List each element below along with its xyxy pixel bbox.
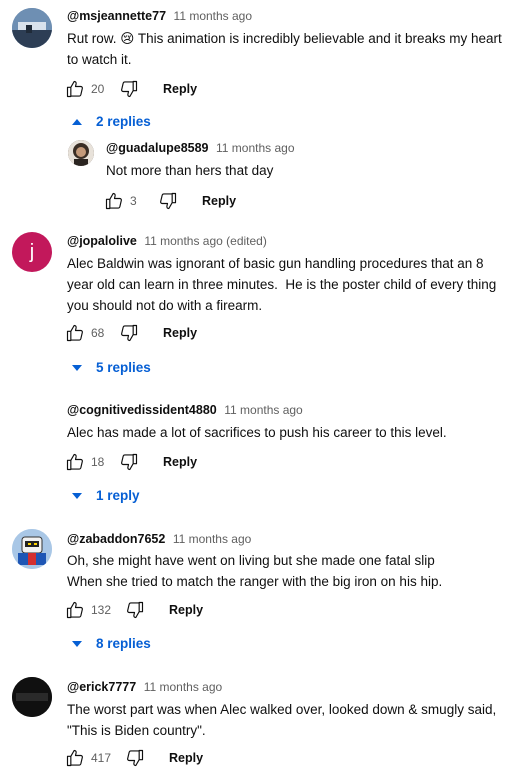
thumbs-down-icon: [119, 323, 139, 343]
comment-text-line: you should not do with a firearm.: [67, 298, 263, 313]
like-button[interactable]: [104, 191, 124, 211]
caret-down-icon: [72, 492, 82, 499]
comment-actions: 18 Reply: [65, 451, 197, 473]
comment-text: Oh, she might have went on living but sh…: [67, 550, 512, 592]
thumbs-down-icon: [119, 452, 139, 472]
dislike-button[interactable]: [119, 323, 139, 343]
reply-button[interactable]: Reply: [163, 326, 197, 340]
comment-timestamp[interactable]: 11 months ago: [173, 532, 252, 546]
caret-down-icon: [72, 364, 82, 371]
view-replies-button[interactable]: 5 replies: [72, 360, 151, 375]
like-count: 18: [91, 455, 105, 469]
avatar[interactable]: [68, 140, 94, 166]
comment-text-line: year old can learn in three minutes. He …: [67, 277, 497, 292]
like-count: 20: [91, 82, 105, 96]
avatar[interactable]: [12, 8, 52, 48]
dislike-button[interactable]: [119, 452, 139, 472]
comment-header: @msjeannette77 11 months ago: [67, 9, 252, 23]
comment-text-line: Rut row. 😢 This animation is incredibly …: [67, 31, 502, 46]
comment-text: Not more than hers that day: [106, 160, 506, 181]
view-replies-button[interactable]: 8 replies: [72, 636, 151, 651]
avatar[interactable]: [12, 677, 52, 717]
comment-header: @erick7777 11 months ago: [67, 680, 222, 694]
like-button[interactable]: [65, 79, 85, 99]
like-count: 3: [130, 194, 137, 208]
like-count: 132: [91, 603, 112, 617]
comment-actions: 417 Reply: [65, 747, 203, 769]
thumbs-up-icon: [104, 191, 124, 211]
thumbs-down-icon: [158, 191, 178, 211]
comment-actions: 132 Reply: [65, 599, 203, 621]
comment-author[interactable]: @guadalupe8589: [106, 141, 209, 155]
thumbs-up-icon: [65, 600, 85, 620]
dislike-button[interactable]: [158, 191, 178, 211]
replies-count-label: 1 reply: [96, 488, 140, 503]
thumbs-up-icon: [65, 323, 85, 343]
comment-author[interactable]: @jopalolive: [67, 234, 137, 248]
avatar[interactable]: [12, 529, 52, 569]
reply-button[interactable]: Reply: [202, 194, 236, 208]
avatar[interactable]: j: [12, 232, 52, 272]
thumbs-up-icon: [65, 452, 85, 472]
comment-timestamp[interactable]: 11 months ago: [144, 680, 223, 694]
comment-timestamp[interactable]: 11 months ago: [224, 403, 303, 417]
comment-header: @cognitivedissident4880 11 months ago: [67, 403, 303, 417]
avatar-image: [12, 8, 52, 48]
thumbs-down-icon: [125, 600, 145, 620]
comment-text-line: Alec has made a lot of sacrifices to pus…: [67, 425, 447, 440]
comment-actions: 20 Reply: [65, 78, 197, 100]
avatar-image: [12, 529, 52, 569]
comment-timestamp[interactable]: 11 months ago: [216, 141, 295, 155]
comment-text: Alec Baldwin was ignorant of basic gun h…: [67, 253, 512, 316]
thumbs-up-icon: [65, 748, 85, 768]
comment-actions: 68 Reply: [65, 322, 197, 344]
comment-text-line: to watch it.: [67, 52, 132, 67]
avatar-letter: j: [29, 240, 35, 263]
view-replies-button[interactable]: 1 reply: [72, 488, 140, 503]
comment-author[interactable]: @erick7777: [67, 680, 136, 694]
dislike-button[interactable]: [119, 79, 139, 99]
comment-text: Alec has made a lot of sacrifices to pus…: [67, 422, 512, 443]
reply-button[interactable]: Reply: [163, 82, 197, 96]
dislike-button[interactable]: [125, 748, 145, 768]
comment-header: @jopalolive 11 months ago (edited): [67, 234, 267, 248]
like-button[interactable]: [65, 600, 85, 620]
avatar-image: [12, 677, 52, 717]
comment-header: @zabaddon7652 11 months ago: [67, 532, 251, 546]
replies-count-label: 8 replies: [96, 636, 151, 651]
caret-down-icon: [72, 640, 82, 647]
comment-timestamp[interactable]: 11 months ago: [174, 9, 253, 23]
like-button[interactable]: [65, 452, 85, 472]
comment-text: The worst part was when Alec walked over…: [67, 699, 512, 741]
reply-button[interactable]: Reply: [169, 751, 203, 765]
like-button[interactable]: [65, 323, 85, 343]
avatar-image: [68, 140, 94, 166]
comment-author[interactable]: @msjeannette77: [67, 9, 166, 23]
comment-author[interactable]: @zabaddon7652: [67, 532, 165, 546]
comment-author[interactable]: @cognitivedissident4880: [67, 403, 217, 417]
like-count: 417: [91, 751, 112, 765]
comment-text-line: When she tried to match the ranger with …: [67, 574, 443, 589]
like-count: 68: [91, 326, 105, 340]
comment-text: Rut row. 😢 This animation is incredibly …: [67, 28, 512, 70]
like-button[interactable]: [65, 748, 85, 768]
replies-count-label: 2 replies: [96, 114, 151, 129]
comment-actions: 3 Reply: [104, 190, 236, 212]
thumbs-down-icon: [119, 79, 139, 99]
hide-replies-button[interactable]: 2 replies: [72, 114, 151, 129]
comment-text-line: Oh, she might have went on living but sh…: [67, 553, 435, 568]
dislike-button[interactable]: [125, 600, 145, 620]
replies-count-label: 5 replies: [96, 360, 151, 375]
comment-text-line: Not more than hers that day: [106, 163, 274, 178]
thumbs-down-icon: [125, 748, 145, 768]
reply-button[interactable]: Reply: [169, 603, 203, 617]
caret-up-icon: [72, 118, 82, 125]
reply-button[interactable]: Reply: [163, 455, 197, 469]
thumbs-up-icon: [65, 79, 85, 99]
comment-text-line: "This is Biden country".: [67, 723, 206, 738]
comment-header: @guadalupe8589 11 months ago: [106, 141, 295, 155]
comment-timestamp[interactable]: 11 months ago (edited): [144, 234, 267, 248]
comment-text-line: The worst part was when Alec walked over…: [67, 702, 497, 717]
comment-text-line: Alec Baldwin was ignorant of basic gun h…: [67, 256, 484, 271]
